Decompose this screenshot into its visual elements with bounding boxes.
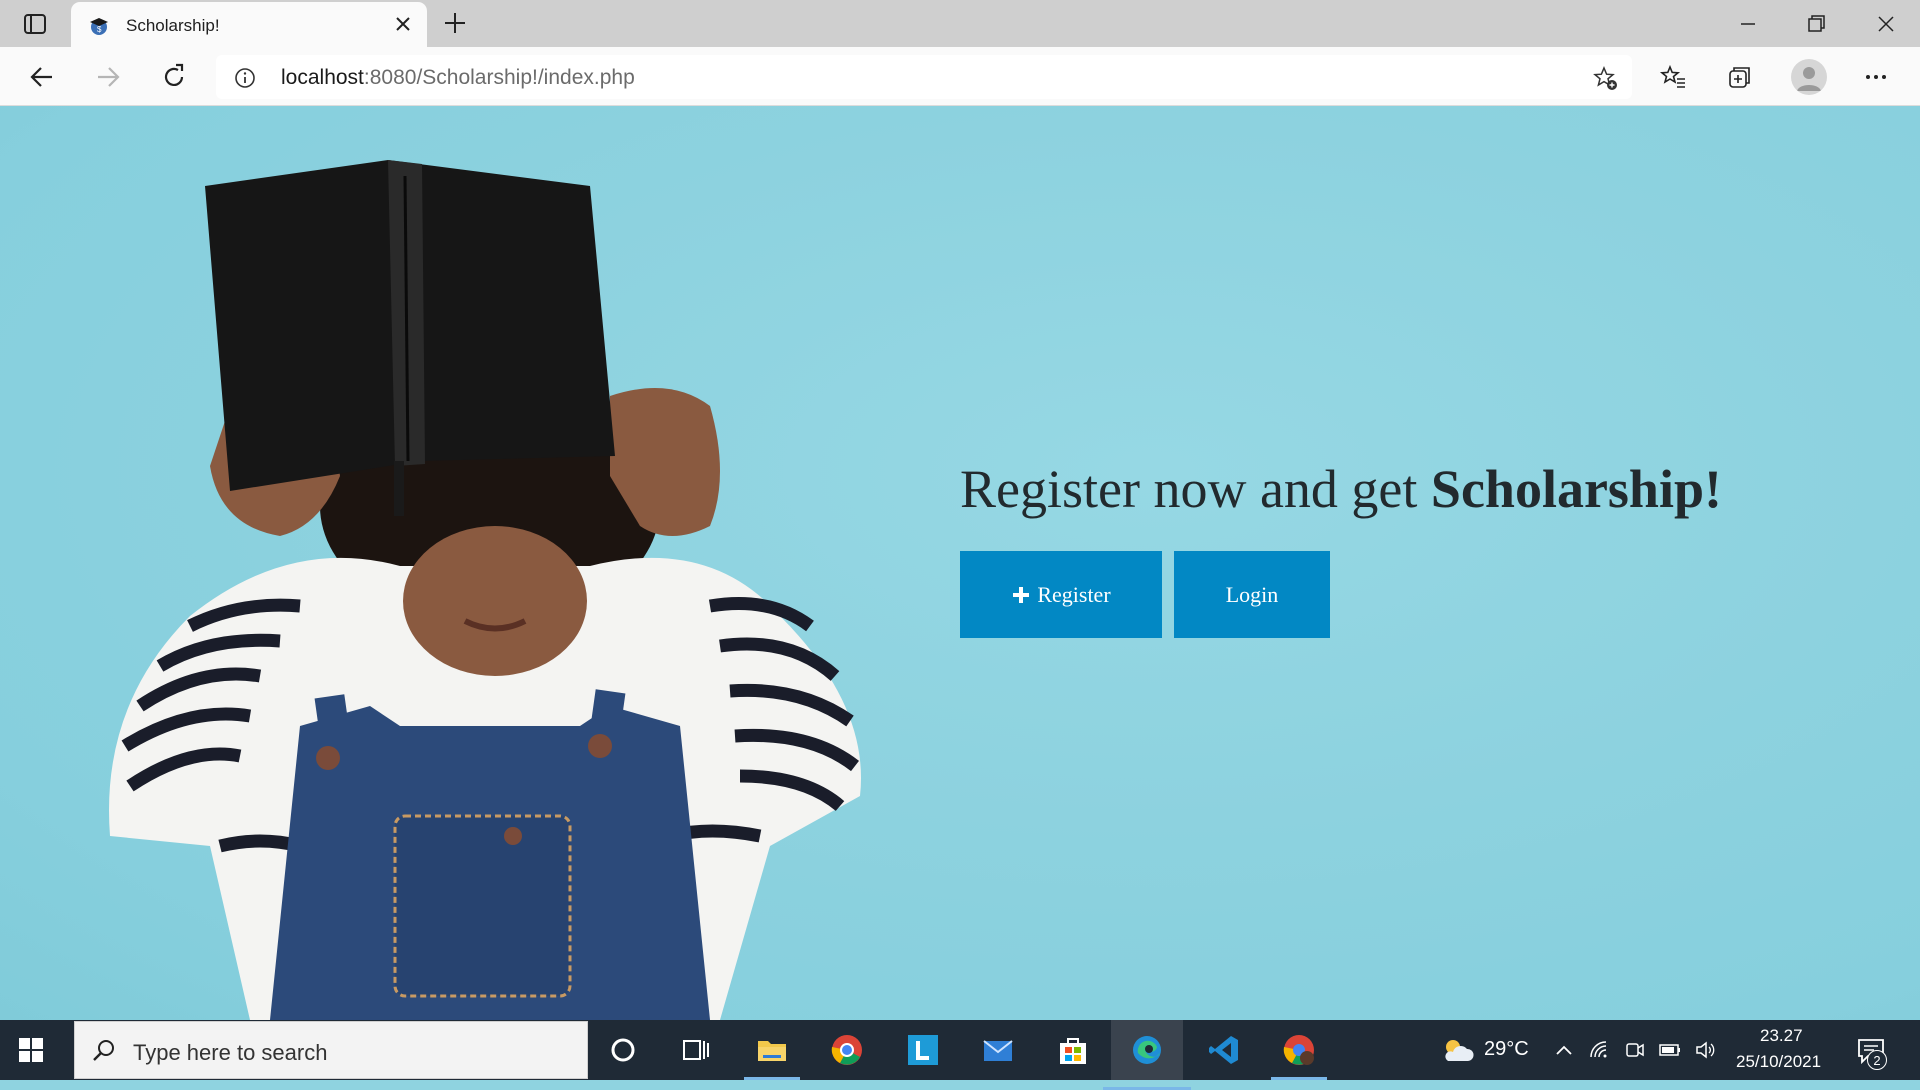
clock-date[interactable]: 25/10/2021: [1736, 1052, 1821, 1072]
register-button-label: Register: [1037, 581, 1111, 607]
add-favorite-icon[interactable]: [1592, 65, 1618, 91]
forward-arrow-icon[interactable]: [92, 61, 124, 93]
landing-page: Register now and get Scholarship! Regist…: [0, 106, 1920, 1020]
more-options-icon[interactable]: [1862, 63, 1890, 91]
windows-start-icon[interactable]: [18, 1037, 44, 1063]
l-app-icon[interactable]: [903, 1030, 943, 1070]
weather-partly-cloudy-icon[interactable]: [1440, 1035, 1474, 1065]
chevron-up-icon[interactable]: [1553, 1039, 1575, 1061]
url-text[interactable]: localhost:8080/Scholarship!/index.php: [281, 66, 635, 90]
address-bar[interactable]: localhost:8080/Scholarship!/index.php: [216, 55, 1632, 99]
weather-temperature[interactable]: 29°C: [1484, 1038, 1529, 1061]
windows-taskbar: Type here to search 29°C 23.27 25/10/202…: [0, 1020, 1920, 1090]
vscode-icon[interactable]: [1204, 1030, 1244, 1070]
search-icon: [93, 1040, 114, 1061]
url-host: localhost: [281, 66, 364, 89]
url-path: :8080/Scholarship!/index.php: [363, 66, 635, 89]
close-tab-icon[interactable]: [393, 14, 413, 34]
notification-count-badge: 2: [1867, 1050, 1887, 1070]
meet-now-icon[interactable]: [1624, 1039, 1646, 1061]
profile-avatar[interactable]: [1791, 59, 1827, 95]
store-icon[interactable]: [1053, 1030, 1093, 1070]
plus-icon: [1013, 586, 1030, 603]
chrome-profile-icon[interactable]: [1271, 1030, 1327, 1080]
profile-icon: [1797, 67, 1821, 91]
tab-actions-icon[interactable]: [18, 11, 52, 37]
cortana-icon[interactable]: [603, 1030, 643, 1070]
edge-icon[interactable]: [1103, 1020, 1191, 1090]
headline-emphasis: Scholarship!: [1430, 459, 1722, 519]
back-arrow-icon[interactable]: [26, 61, 58, 93]
search-placeholder: Type here to search: [133, 1040, 328, 1065]
login-button-label: Login: [1225, 581, 1279, 607]
browser-tab[interactable]: $ Scholarship!: [71, 2, 427, 47]
tab-title: Scholarship!: [126, 16, 220, 35]
graduation-cap-icon: $: [90, 18, 108, 35]
child-reading-book-illustration: [109, 160, 861, 1020]
svg-text:$: $: [97, 25, 102, 34]
restore-icon[interactable]: [1803, 11, 1829, 37]
headline-text: Register now and get: [960, 459, 1431, 519]
task-view-icon[interactable]: [676, 1030, 716, 1070]
clock-time[interactable]: 23.27: [1760, 1026, 1803, 1046]
browser-tab-bar: $ Scholarship!: [0, 0, 1920, 47]
new-tab-icon[interactable]: [442, 10, 468, 36]
taskbar-search-box[interactable]: Type here to search: [74, 1021, 588, 1079]
file-explorer-icon[interactable]: [744, 1030, 800, 1080]
close-window-icon[interactable]: [1873, 11, 1899, 37]
register-button[interactable]: Register: [960, 551, 1162, 638]
hero-headline: Register now and get Scholarship!: [960, 458, 1722, 520]
login-button[interactable]: Login: [1174, 551, 1330, 638]
minimize-icon[interactable]: [1735, 11, 1761, 37]
favorites-icon[interactable]: [1659, 63, 1687, 91]
mail-icon[interactable]: [978, 1030, 1018, 1070]
chrome-icon[interactable]: [827, 1030, 867, 1070]
battery-icon[interactable]: [1659, 1039, 1681, 1061]
volume-icon[interactable]: [1694, 1039, 1716, 1061]
browser-toolbar: localhost:8080/Scholarship!/index.php: [0, 47, 1920, 106]
collections-icon[interactable]: [1726, 63, 1754, 91]
reload-icon[interactable]: [158, 61, 190, 93]
wifi-icon[interactable]: [1588, 1039, 1610, 1061]
site-info-icon[interactable]: [234, 67, 256, 89]
